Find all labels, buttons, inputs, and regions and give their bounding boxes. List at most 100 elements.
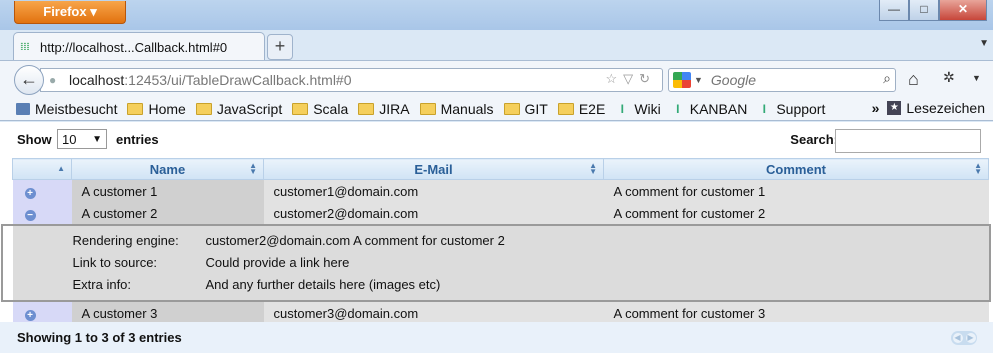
bookmarks-menu[interactable]: » ★ Lesezeichen (872, 100, 985, 116)
table-search-input[interactable] (835, 129, 981, 153)
table-row[interactable]: − A customer 2 customer2@domain.com A co… (12, 202, 989, 224)
bookmark-label: Manuals (440, 100, 494, 117)
data-table: ▲ Name ▲ ▼ E-Mail ▲ ▼ Comment ▲ ▼ + A customer… (0, 158, 991, 324)
bookmark-item[interactable]: I KANBAN (671, 100, 748, 117)
bookmark-item[interactable]: Meistbesucht (16, 101, 117, 117)
entries-length-select[interactable]: 10 ▼ (57, 129, 107, 149)
table-controls: Show 10 ▼ entries Search: (0, 122, 993, 156)
bookmark-label: E2E (578, 100, 606, 117)
search-bar[interactable]: ▼ ⌕ (668, 68, 896, 92)
sort-asc-icon: ▲ (57, 164, 65, 173)
sort-both-icon: ▲ ▼ (249, 161, 257, 176)
bookmark-label: Wiki (634, 100, 661, 117)
bookmark-item[interactable]: JIRA (358, 101, 410, 117)
maximize-button[interactable]: □ (909, 0, 939, 21)
folder-icon (195, 102, 212, 115)
window-controls: — □ ✕ (879, 0, 987, 21)
column-header-name-label: Name (149, 161, 186, 177)
column-header-comment[interactable]: Comment ▲ ▼ (603, 158, 989, 180)
bookmark-item[interactable]: I Support (757, 100, 826, 117)
bookmarks-star-icon: ★ (887, 101, 902, 115)
overflow-chevron-icon[interactable]: » (872, 100, 880, 116)
back-button[interactable]: ← (14, 65, 44, 95)
cell-email: customer3@domain.com (263, 302, 604, 324)
bookmark-item[interactable]: E2E (557, 100, 606, 117)
title-bar: Firefox ▾ — □ ✕ (0, 0, 993, 30)
close-button[interactable]: ✕ (939, 0, 987, 21)
addon-icon[interactable]: ✲ (943, 69, 955, 86)
home-icon[interactable]: ⌂ (908, 69, 919, 90)
new-tab-button[interactable]: + (267, 34, 293, 60)
bookmark-star-icon[interactable]: ☆▽↻ (605, 71, 656, 87)
folder-icon (503, 102, 520, 115)
favicon-icon: 𝍖 (20, 41, 30, 53)
bookmark-item[interactable]: Scala (292, 101, 348, 117)
jira-icon: I (620, 101, 624, 116)
minimize-button[interactable]: — (879, 0, 909, 21)
url-path: :12453/ui/TableDrawCallback.html#0 (124, 72, 352, 88)
cell-comment: A comment for customer 3 (603, 302, 989, 324)
bookmark-item[interactable]: Home (127, 100, 186, 117)
bookmark-item[interactable]: GIT (503, 100, 548, 117)
expand-icon[interactable]: + (24, 309, 36, 321)
entries-length-value: 10 (62, 132, 77, 147)
detail-row: Extra info: And any further details here … (73, 274, 989, 296)
jira-icon: I (762, 101, 766, 116)
detail-row: Link to source: Could provide a link here (73, 252, 989, 274)
folder-icon (419, 102, 436, 115)
collapse-icon[interactable]: − (24, 209, 36, 221)
previous-page-icon[interactable]: ◀ (952, 333, 963, 343)
row-details: Rendering engine: customer2@domain.com A … (0, 224, 991, 302)
bookmark-item[interactable]: Manuals (419, 100, 494, 117)
tab-strip: 𝍖 http://localhost...Callback.html#0 + ▼ (0, 30, 993, 61)
detail-label: Rendering engine: (72, 233, 179, 248)
search-engine-dropdown-icon[interactable]: ▼ (694, 75, 703, 85)
bookmark-label: Home (148, 100, 186, 117)
detail-value: And any further details here (images etc… (205, 277, 441, 292)
sort-both-icon: ▲ ▼ (974, 161, 982, 176)
web-search-input[interactable] (708, 71, 873, 89)
url-bar[interactable]: ● localhost:12453/ui/TableDrawCallback.h… (40, 68, 663, 92)
row-toggle-cell[interactable]: − (12, 202, 72, 224)
cell-comment: A comment for customer 1 (603, 179, 989, 202)
detail-row: Rendering engine: customer2@domain.com A … (73, 230, 989, 252)
addon-dropdown-icon[interactable]: ▼ (972, 73, 981, 83)
row-toggle-cell[interactable]: + (12, 302, 72, 324)
bookmark-label: KANBAN (689, 100, 748, 117)
bookmark-label: GIT (524, 100, 548, 117)
column-header-control[interactable]: ▲ (12, 158, 72, 180)
detail-value: Could provide a link here (205, 255, 350, 270)
expand-icon[interactable]: + (24, 187, 36, 199)
url-host: localhost (69, 72, 125, 88)
table-row[interactable]: + A customer 3 customer3@domain.com A co… (12, 302, 989, 324)
column-header-email[interactable]: E-Mail ▲ ▼ (263, 158, 604, 180)
sort-both-icon: ▲ ▼ (589, 161, 597, 176)
detail-label: Link to source: (72, 255, 158, 270)
folder-icon (358, 102, 375, 115)
bookmark-label: JavaScript (216, 100, 283, 117)
column-header-name[interactable]: Name ▲ ▼ (71, 158, 264, 180)
tab-active[interactable]: 𝍖 http://localhost...Callback.html#0 (13, 32, 265, 61)
cell-name: A customer 3 (71, 302, 264, 324)
bookmark-item[interactable]: JavaScript (195, 100, 283, 117)
bookmark-label: Support (776, 100, 826, 117)
pagination: ◀ ▶ (951, 331, 977, 345)
row-toggle-cell[interactable]: + (12, 179, 72, 202)
cell-email: customer1@domain.com (263, 179, 604, 202)
table-row[interactable]: + A customer 1 customer1@domain.com A co… (12, 179, 989, 202)
bookmark-item[interactable]: I Wiki (615, 100, 661, 117)
next-page-icon[interactable]: ▶ (965, 333, 976, 343)
page-icon (16, 102, 30, 115)
column-header-comment-label: Comment (766, 161, 826, 177)
search-icon[interactable]: ⌕ (883, 70, 891, 87)
show-label: Show (17, 132, 52, 147)
search-label: Search: (790, 132, 838, 147)
google-icon (673, 72, 691, 88)
bookmark-label: Meistbesucht (35, 100, 118, 117)
cell-name: A customer 2 (71, 202, 264, 224)
firefox-menu-button[interactable]: Firefox ▾ (14, 1, 126, 24)
tab-list-icon[interactable]: ▼ (979, 38, 989, 49)
bookmarks-toolbar: Meistbesucht Home JavaScript Scala JIRA Manua… (0, 97, 993, 121)
navigation-bar: ● localhost:12453/ui/TableDrawCallback.h… (0, 60, 993, 97)
folder-icon (557, 102, 574, 115)
